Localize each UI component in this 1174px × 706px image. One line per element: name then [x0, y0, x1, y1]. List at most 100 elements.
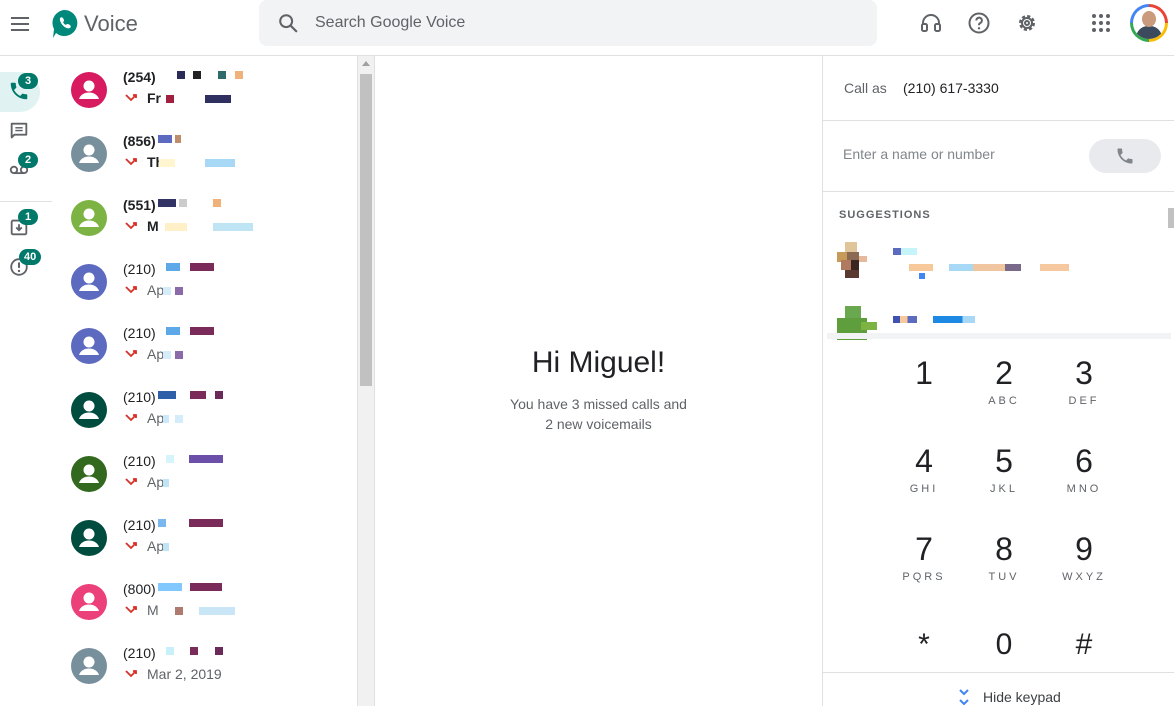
person-icon	[79, 528, 99, 547]
account-avatar[interactable]	[1130, 4, 1168, 42]
redacted-text-block	[163, 287, 171, 295]
conversation-row[interactable]: (800) M	[52, 568, 357, 632]
person-icon	[79, 592, 99, 611]
redacted-text-block	[177, 71, 185, 79]
welcome-panel: Hi Miguel! You have 3 missed calls and 2…	[375, 56, 822, 706]
nav-archive[interactable]: 1	[0, 208, 40, 248]
keypad-key[interactable]: 8 TUV	[964, 519, 1044, 599]
contact-avatar	[71, 520, 107, 556]
redacted-text-block	[193, 71, 201, 79]
conversation-row[interactable]: (856) Th	[52, 120, 357, 184]
hide-keypad-button[interactable]: Hide keypad	[823, 680, 1174, 706]
phone-icon	[1117, 148, 1133, 164]
call-as-number[interactable]: (210) 617-3330	[903, 80, 999, 96]
key-digit: #	[1075, 628, 1093, 661]
conversation-row[interactable]: (254) Fr	[52, 56, 357, 120]
conversation-row[interactable]: (210) Ap	[52, 440, 357, 504]
redacted-text-block	[205, 159, 235, 167]
redacted-text-block	[163, 415, 169, 423]
redacted-text-block	[175, 607, 183, 615]
voice-logo-icon	[52, 9, 78, 38]
keypad-key[interactable]: #	[1044, 607, 1124, 687]
person-icon	[79, 272, 99, 291]
missed-call-icon	[125, 350, 137, 358]
redacted-text-block	[158, 135, 172, 143]
caller-number: (210)	[123, 325, 156, 341]
caller-number: (254)	[123, 69, 156, 85]
keypad-key[interactable]: 7 PQRS	[884, 519, 964, 599]
redacted-text-block	[159, 159, 175, 167]
suggestions-scrollbar[interactable]	[1167, 192, 1174, 337]
keypad-key[interactable]: 3 DEF	[1044, 343, 1124, 423]
brand-name[interactable]: Voice	[84, 11, 138, 37]
redacted-text-block	[215, 647, 223, 655]
main-menu-icon[interactable]	[8, 12, 32, 36]
contact-avatar	[71, 264, 107, 300]
dial-number-input[interactable]	[843, 142, 1083, 166]
redacted-text-block	[158, 583, 182, 591]
rail-divider	[0, 201, 52, 202]
redacted-text-block	[190, 583, 222, 591]
key-digit: 1	[915, 355, 933, 391]
key-letters: PQRS	[902, 571, 946, 583]
collapse-chevron-icon	[959, 689, 969, 705]
conversation-row[interactable]: (210) Mar 2, 2019	[52, 632, 357, 696]
scroll-up-arrow[interactable]	[362, 61, 370, 66]
conversation-row[interactable]: (210) Ap	[52, 504, 357, 568]
redacted-text-block	[189, 455, 223, 463]
keypad-key[interactable]: 0	[964, 607, 1044, 687]
greeting-summary: You have 3 missed calls and 2 new voicem…	[375, 394, 822, 434]
conversation-row[interactable]: (210) Ap	[52, 248, 357, 312]
caller-number: (210)	[123, 261, 156, 277]
keypad-key[interactable]: 2 ABC	[964, 343, 1044, 423]
suggestions-scroll-thumb[interactable]	[1168, 208, 1174, 228]
nav-messages[interactable]	[0, 112, 40, 152]
person-icon	[79, 464, 99, 483]
message-icon	[10, 122, 28, 139]
key-letters: MNO	[1066, 483, 1102, 495]
keypad-key[interactable]: 9 WXYZ	[1044, 519, 1124, 599]
key-digit: 5	[995, 443, 1013, 479]
help-icon[interactable]	[967, 11, 991, 35]
search-input[interactable]	[315, 0, 855, 46]
scroll-thumb[interactable]	[360, 74, 372, 386]
nav-spam[interactable]: 40	[0, 248, 42, 288]
suggestion-item[interactable]	[837, 242, 1163, 286]
missed-call-icon	[125, 478, 137, 486]
search-bar[interactable]	[259, 0, 877, 46]
redacted-text-block	[199, 607, 235, 615]
keypad-key[interactable]: 6 MNO	[1044, 431, 1124, 511]
key-letters: TUV	[988, 571, 1020, 583]
suggestions-divider	[827, 333, 1171, 339]
settings-gear-icon[interactable]	[1015, 11, 1039, 35]
redacted-text-block	[215, 391, 223, 399]
apps-grid-icon[interactable]	[1089, 11, 1113, 35]
redacted-text-block	[166, 263, 180, 271]
nav-calls[interactable]: 3	[0, 72, 40, 112]
redacted-text-block	[190, 647, 198, 655]
keypad-key[interactable]: 5 JKL	[964, 431, 1044, 511]
call-button[interactable]	[1089, 139, 1161, 173]
redacted-text-block	[158, 519, 166, 527]
last-activity-preview: M	[147, 218, 159, 234]
redacted-text-block	[235, 71, 243, 79]
redacted-text-block	[190, 327, 214, 335]
conversation-row[interactable]: (551) M	[52, 184, 357, 248]
redacted-text-block	[175, 135, 181, 143]
nav-voicemail[interactable]: 2	[0, 150, 40, 190]
redacted-text-block	[158, 199, 176, 207]
support-headset-icon[interactable]	[919, 11, 943, 35]
app-header: Voice	[0, 0, 1174, 56]
redacted-text-block	[163, 479, 169, 487]
conversation-row[interactable]: (210) Ap	[52, 312, 357, 376]
conversation-row[interactable]: (210) Ap	[52, 376, 357, 440]
keypad-key[interactable]: 4 GHI	[884, 431, 964, 511]
list-scrollbar[interactable]	[357, 56, 374, 706]
contact-avatar	[71, 328, 107, 364]
keypad-key[interactable]: *	[884, 607, 964, 687]
search-icon[interactable]	[277, 12, 299, 34]
key-digit: 2	[995, 355, 1013, 391]
key-digit: 3	[1075, 355, 1093, 391]
redacted-text-block	[190, 391, 206, 399]
keypad-key[interactable]: 1	[884, 343, 964, 423]
